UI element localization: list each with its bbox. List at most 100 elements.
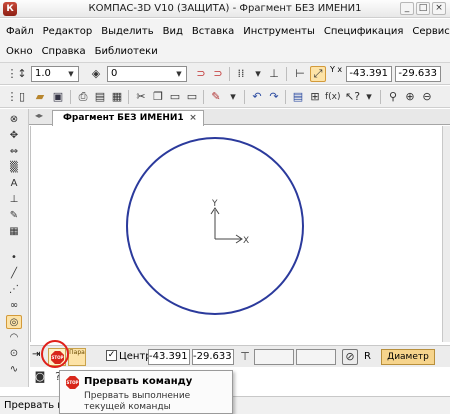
parameters-tab-button[interactable]: Пара	[68, 348, 86, 366]
text-icon[interactable]: A	[6, 177, 22, 191]
magnet-icon[interactable]: ⊃	[193, 66, 209, 82]
cursor-y-field[interactable]: -29.633	[395, 66, 441, 82]
segment-icon[interactable]: ⋰	[6, 283, 22, 297]
zoom-in-icon[interactable]: ⊕	[402, 89, 418, 105]
camera-icon[interactable]: ◙	[32, 369, 48, 385]
coord-label: Y x	[330, 65, 343, 74]
point-icon[interactable]: ✥	[6, 129, 22, 143]
center-y-field[interactable]: -29.633	[192, 349, 234, 365]
window-title: КОМПАС-3D V10 (ЗАЩИТА) - Фрагмент БЕЗ ИМ…	[88, 3, 362, 14]
snap-magnet-icon[interactable]: ⊃	[210, 66, 226, 82]
chain-icon[interactable]: ∞	[6, 299, 22, 313]
dropdown-arrow-icon[interactable]: ▾	[250, 66, 266, 82]
paste-special-icon[interactable]: ▭	[184, 89, 200, 105]
chevron-down-icon[interactable]: ▼	[173, 68, 185, 80]
tab-scroll-icon[interactable]: ◂▸	[35, 111, 43, 120]
table-icon[interactable]: ▦	[6, 225, 22, 239]
close-button[interactable]: ×	[432, 2, 446, 15]
cut-icon[interactable]: ✂	[133, 89, 149, 105]
copy-icon[interactable]: ❐	[150, 89, 166, 105]
layer-value: 0	[111, 68, 118, 79]
point-y-field[interactable]	[296, 349, 336, 365]
dropdown-arrow-icon[interactable]: ▾	[361, 89, 377, 105]
scale-combo[interactable]: 1.0 ▼	[31, 66, 79, 82]
zoom-icon[interactable]: ⚲	[385, 89, 401, 105]
property-brush-icon[interactable]: ✎	[208, 89, 224, 105]
menu-editor[interactable]: Редактор	[43, 26, 93, 37]
tab-label: Фрагмент БЕЗ ИМЕНИ1	[63, 113, 184, 123]
separator	[70, 90, 71, 104]
center-label: Центр	[119, 351, 152, 362]
paste-icon[interactable]: ▭	[167, 89, 183, 105]
menu-libraries[interactable]: Библиотеки	[95, 46, 158, 57]
open-folder-icon[interactable]: ▰	[32, 89, 48, 105]
grid-icon[interactable]: ⁞⁞	[233, 66, 249, 82]
ortho-icon[interactable]: ⊢	[292, 66, 308, 82]
maximize-button[interactable]: □	[416, 2, 430, 15]
variables-icon[interactable]: ⊞	[307, 89, 323, 105]
function-icon[interactable]: f(x)	[324, 89, 341, 105]
spline-icon[interactable]: ∿	[6, 363, 22, 377]
menu-service[interactable]: Сервис	[412, 26, 449, 37]
hatch-icon[interactable]: ▒	[6, 161, 22, 175]
menu-row-main: Файл Редактор Выделить Вид Вставка Инстр…	[6, 21, 450, 41]
menu-row-secondary: Окно Справка Библиотеки	[6, 41, 167, 61]
manager-icon[interactable]: ▤	[290, 89, 306, 105]
menu-select[interactable]: Выделить	[101, 26, 153, 37]
menu-help[interactable]: Справка	[42, 46, 86, 57]
y-axis-label: Y	[211, 199, 218, 209]
print-icon[interactable]: ⎙	[75, 89, 91, 105]
pin-icon[interactable]: ⇥	[32, 349, 40, 360]
line-icon[interactable]: ╱	[6, 267, 22, 281]
point-input-icon[interactable]: ⊤	[237, 349, 253, 365]
vertical-scrollbar[interactable]	[442, 126, 450, 342]
copy-props-icon[interactable]: ▦	[109, 89, 125, 105]
tab-fragment[interactable]: Фрагмент БЕЗ ИМЕНИ1 ×	[52, 110, 204, 126]
menu-window[interactable]: Окно	[6, 46, 33, 57]
point-x-field[interactable]	[254, 349, 294, 365]
menu-file[interactable]: Файл	[6, 26, 34, 37]
arc-icon[interactable]: ◠	[6, 331, 22, 345]
diameter-mode-icon[interactable]: ⊘	[342, 349, 358, 365]
redo-icon[interactable]: ↷	[266, 89, 282, 105]
circle-tool-icon[interactable]: ◎	[6, 315, 22, 329]
stop-icon: STOP	[66, 376, 79, 389]
stop-tooltip: STOP Прервать команду Прервать выполнени…	[59, 370, 233, 414]
line-style-icon[interactable]: ↕	[14, 66, 30, 82]
dot-icon[interactable]: •	[6, 251, 22, 265]
center-checkbox[interactable]: ✓	[106, 350, 117, 361]
layer-icon[interactable]: ◈	[88, 66, 104, 82]
local-cs-icon[interactable]: ⊥	[266, 66, 282, 82]
layer-combo[interactable]: 0 ▼	[107, 66, 187, 82]
snap-active-icon[interactable]: ⤢	[310, 66, 326, 82]
measure-icon[interactable]: ⊥	[6, 193, 22, 207]
ellipse-icon[interactable]: ⊙	[6, 347, 22, 361]
edit-icon[interactable]: ✎	[6, 209, 22, 223]
help-cursor-icon[interactable]: ↖?	[344, 89, 360, 105]
undo-icon[interactable]: ↶	[249, 89, 265, 105]
menu-tools[interactable]: Инструменты	[243, 26, 315, 37]
menu-view[interactable]: Вид	[163, 26, 183, 37]
dimension-icon[interactable]: ⇔	[6, 145, 22, 159]
save-icon[interactable]: ▣	[50, 89, 66, 105]
select-icon[interactable]: ⊗	[6, 113, 22, 127]
current-state-toolbar: ⋮ ↕ 1.0 ▼ ◈ 0 ▼ ⊃ ⊃ ⁞⁞ ▾ ⊥ ⊢ ⤢ Y x -43.3…	[0, 63, 450, 85]
separator	[380, 90, 381, 104]
cursor-x-field[interactable]: -43.391	[346, 66, 392, 82]
diameter-field[interactable]: Диаметр	[381, 349, 435, 365]
separator	[244, 90, 245, 104]
menu-specification[interactable]: Спецификация	[324, 26, 404, 37]
preview-icon[interactable]: ▤	[92, 89, 108, 105]
dropdown-arrow-icon[interactable]: ▾	[225, 89, 241, 105]
tooltip-description: Прервать выполнение текущей команды	[84, 391, 191, 412]
tab-close-icon[interactable]: ×	[187, 112, 199, 124]
standard-toolbar: ⋮ ▯ ▰ ▣ ⎙ ▤ ▦ ✂ ❐ ▭ ▭ ✎ ▾ ↶ ↷ ▤ ⊞ f(x) ↖…	[0, 86, 450, 108]
compact-panel: ⊗ ✥ ⇔ ▒ A ⊥ ✎ ▦ • ╱ ⋰ ∞ ◎ ◠ ⊙ ∿	[0, 109, 29, 387]
zoom-out-icon[interactable]: ⊖	[419, 89, 435, 105]
new-document-icon[interactable]: ▯	[14, 89, 30, 105]
chevron-down-icon[interactable]: ▼	[65, 68, 77, 80]
center-x-field[interactable]: -43.391	[148, 349, 190, 365]
drawing-canvas[interactable]: Y X	[30, 126, 442, 342]
menu-insert[interactable]: Вставка	[192, 26, 234, 37]
minimize-button[interactable]: _	[400, 2, 414, 15]
